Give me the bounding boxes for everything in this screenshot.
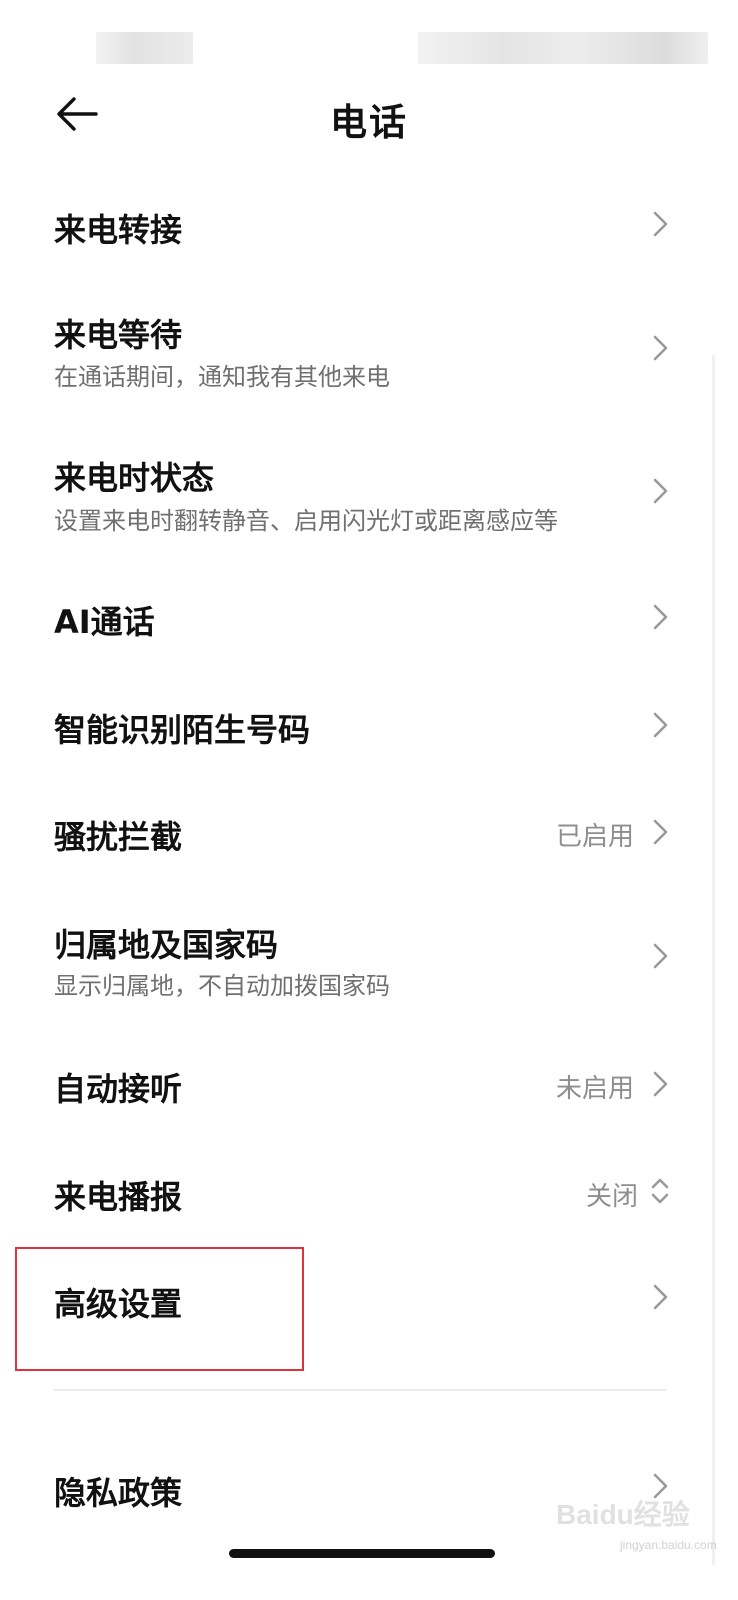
setting-label: 来电等待 (54, 316, 183, 354)
setting-label: 来电转接 (54, 211, 183, 249)
setting-label: 来电播报 (54, 1178, 183, 1216)
setting-label: 归属地及国家码 (54, 926, 279, 964)
setting-item-identify-unknown[interactable]: 智能识别陌生号码 (0, 683, 738, 773)
setting-label: 骚扰拦截 (54, 818, 183, 856)
watermark-url: jingyan.baidu.com (620, 1538, 717, 1552)
divider (54, 1389, 666, 1391)
setting-subtitle: 设置来电时翻转静音、启用闪光灯或距离感应等 (54, 507, 558, 535)
setting-label: AI通话 (54, 603, 155, 641)
chevron-right-icon (648, 940, 672, 972)
setting-label: 自动接听 (54, 1070, 183, 1108)
chevron-right-icon (648, 601, 672, 633)
setting-label: 来电时状态 (54, 459, 215, 497)
setting-item-region-country-code[interactable]: 归属地及国家码 显示归属地，不自动加拨国家码 (0, 900, 738, 1020)
chevron-right-icon (648, 332, 672, 364)
setting-item-harassment-block[interactable]: 骚扰拦截 已启用 (0, 790, 738, 880)
setting-item-auto-answer[interactable]: 自动接听 未启用 (0, 1040, 738, 1130)
chevron-right-icon (648, 475, 672, 507)
status-bar-right-blurred (418, 32, 708, 64)
setting-subtitle: 显示归属地，不自动加拨国家码 (54, 972, 390, 1000)
setting-label: 隐私政策 (54, 1474, 183, 1512)
setting-value: 已启用 (555, 822, 634, 852)
setting-item-call-waiting[interactable]: 来电等待 在通话期间，通知我有其他来电 (0, 290, 738, 410)
setting-item-advanced-settings[interactable]: 高级设置 (0, 1255, 738, 1345)
chevron-up-down-icon (648, 1174, 672, 1206)
setting-item-caller-announcement[interactable]: 来电播报 关闭 (0, 1148, 738, 1238)
status-bar-left-blurred (96, 32, 193, 64)
chevron-right-icon (648, 208, 672, 240)
chevron-right-icon (648, 1281, 672, 1313)
setting-label: 高级设置 (54, 1285, 183, 1323)
chevron-right-icon (648, 816, 672, 848)
setting-item-incoming-call-status[interactable]: 来电时状态 设置来电时翻转静音、启用闪光灯或距离感应等 (0, 435, 738, 555)
watermark: Baidu经验 (556, 1499, 690, 1530)
setting-item-ai-call[interactable]: AI通话 (0, 575, 738, 665)
setting-value: 未启用 (555, 1074, 634, 1104)
page-title: 电话 (330, 101, 408, 144)
setting-item-call-forwarding[interactable]: 来电转接 (0, 180, 738, 270)
setting-subtitle: 在通话期间，通知我有其他来电 (54, 363, 390, 391)
home-indicator[interactable] (229, 1549, 495, 1558)
setting-label: 智能识别陌生号码 (54, 711, 311, 749)
header: 电话 (0, 84, 738, 144)
chevron-right-icon (648, 1068, 672, 1100)
chevron-right-icon (648, 709, 672, 741)
setting-value: 关闭 (585, 1182, 638, 1212)
